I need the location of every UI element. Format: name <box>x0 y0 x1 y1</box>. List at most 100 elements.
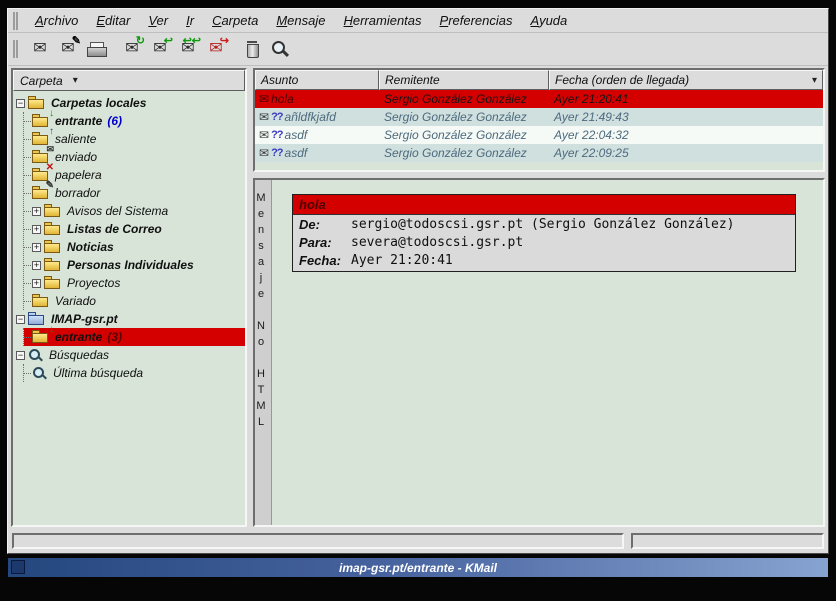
folder-item-proyectos[interactable]: Proyectos <box>24 274 245 292</box>
new-message-icon: ✉ <box>33 41 46 57</box>
folder-header-label: Carpeta <box>20 74 63 88</box>
forward-button[interactable]: ✉ ↪ <box>202 36 230 63</box>
column-header-asunto[interactable]: Asunto <box>255 70 379 90</box>
status-flags: ?? <box>271 147 282 159</box>
folder-item-busquedas[interactable]: Búsquedas <box>16 346 245 364</box>
collapse-icon[interactable] <box>16 351 25 360</box>
preview-pane: Mensaje No HTML hola De: sergio@todoscsi… <box>253 178 825 527</box>
folder-item-entrante[interactable]: entrante (6) <box>24 112 245 130</box>
reply-button[interactable]: ✉ ↩ <box>146 36 174 63</box>
folder-item-imap-entrante[interactable]: entrante (3) <box>24 328 245 346</box>
folder-icon <box>44 222 62 236</box>
folder-item-avisos-del-sistema[interactable]: Avisos del Sistema <box>24 202 245 220</box>
message-rows: ✉ hola Sergio González González Ayer 21:… <box>255 90 823 170</box>
folder-panel: Carpeta ▾ Carpetas locales entrante (6) <box>11 68 247 527</box>
to-address: severa@todoscsi.gsr.pt <box>351 235 523 250</box>
expand-icon[interactable] <box>32 243 41 252</box>
local-folders-branch: entrante (6) saliente enviado <box>23 112 245 310</box>
status-bar <box>8 529 828 553</box>
search-branch: Última búsqueda <box>23 364 245 382</box>
new-message-button[interactable]: ✉ <box>26 36 54 63</box>
toolbar-grip[interactable] <box>13 40 19 58</box>
toolbar: ✉ ✉ ✎ ✉ ↻ ✉ ↩ ✉ ↩↩ ✉ ↪ <box>8 33 828 66</box>
trash-button[interactable] <box>238 36 266 63</box>
folder-column-header[interactable]: Carpeta ▾ <box>13 70 245 91</box>
folder-item-saliente[interactable]: saliente <box>24 130 245 148</box>
folder-icon <box>44 276 62 290</box>
folder-icon <box>44 240 62 254</box>
column-header-remitente[interactable]: Remitente <box>379 70 549 90</box>
sort-dropdown-arrow-icon[interactable]: ▾ <box>812 75 817 86</box>
reply-all-button[interactable]: ✉ ↩↩ <box>174 36 202 63</box>
expand-icon[interactable] <box>32 261 41 270</box>
menu-ver[interactable]: Ver <box>139 10 177 31</box>
mail-icon: ✉ <box>259 93 269 105</box>
status-flags: ?? <box>271 129 282 141</box>
message-header-box: hola De: sergio@todoscsi.gsr.pt (Sergio … <box>292 194 796 272</box>
message-list: Asunto Remitente Fecha (orden de llegada… <box>253 68 825 172</box>
window-titlebar[interactable]: imap-gsr.pt/entrante - KMail <box>8 558 828 577</box>
header-row-fecha: Fecha: Ayer 21:20:41 <box>293 251 795 271</box>
folder-tree: Carpetas locales entrante (6) saliente <box>13 91 245 525</box>
kmail-window: Archivo Editar Ver Ir Carpeta Mensaje He… <box>7 8 829 554</box>
folder-item-variado[interactable]: Variado <box>24 292 245 310</box>
collapse-icon[interactable] <box>16 99 25 108</box>
menu-editar[interactable]: Editar <box>87 10 139 31</box>
message-row[interactable]: ✉ ?? añldfkjafd Sergio González González… <box>255 108 823 126</box>
folder-item-ultima-busqueda[interactable]: Última búsqueda <box>24 364 245 382</box>
mail-icon: ✉ <box>259 111 269 123</box>
forward-arrow-icon: ↪ <box>220 36 229 47</box>
window-title: imap-gsr.pt/entrante - KMail <box>339 561 497 575</box>
trash-icon <box>245 41 259 58</box>
menu-archivo[interactable]: Archivo <box>26 10 87 31</box>
menu-ayuda[interactable]: Ayuda <box>522 10 577 31</box>
menubar-grip[interactable] <box>13 12 19 30</box>
folder-item-noticias[interactable]: Noticias <box>24 238 245 256</box>
check-mail-button[interactable]: ✉ ↻ <box>118 36 146 63</box>
menu-ir[interactable]: Ir <box>177 10 203 31</box>
menu-preferencias[interactable]: Preferencias <box>431 10 522 31</box>
window-menu-button[interactable] <box>11 560 25 574</box>
unread-count: (3) <box>107 330 122 344</box>
find-messages-button[interactable] <box>266 36 294 63</box>
message-row[interactable]: ✉ hola Sergio González González Ayer 21:… <box>255 90 823 108</box>
main-area: Carpeta ▾ Carpetas locales entrante (6) <box>8 66 828 529</box>
compose-button[interactable]: ✉ ✎ <box>54 36 82 63</box>
search-icon <box>32 366 48 380</box>
preview-subject: hola <box>293 195 795 215</box>
expand-icon[interactable] <box>32 225 41 234</box>
print-button[interactable] <box>82 36 110 63</box>
printer-icon <box>87 42 105 57</box>
header-row-de: De: sergio@todoscsi.gsr.pt (Sergio Gonzá… <box>293 215 795 233</box>
folder-item-listas-de-correo[interactable]: Listas de Correo <box>24 220 245 238</box>
folder-item-borrador[interactable]: borrador <box>24 184 245 202</box>
reply-arrow-icon: ↩ <box>164 36 173 47</box>
column-header-fecha[interactable]: Fecha (orden de llegada) ▾ <box>549 70 823 90</box>
menu-bar: Archivo Editar Ver Ir Carpeta Mensaje He… <box>8 9 828 33</box>
mail-icon: ✉ <box>259 129 269 141</box>
menu-mensaje[interactable]: Mensaje <box>267 10 334 31</box>
inbox-icon <box>32 330 50 344</box>
folder-item-papelera[interactable]: papelera <box>24 166 245 184</box>
imap-branch: entrante (3) <box>23 328 245 346</box>
menu-carpeta[interactable]: Carpeta <box>203 10 267 31</box>
menu-herramientas[interactable]: Herramientas <box>334 10 430 31</box>
right-pane: Asunto Remitente Fecha (orden de llegada… <box>253 68 825 527</box>
message-row[interactable]: ✉ ?? asdf Sergio González González Ayer … <box>255 144 823 162</box>
inbox-icon <box>32 114 50 128</box>
collapse-icon[interactable] <box>16 315 25 324</box>
expand-icon[interactable] <box>32 207 41 216</box>
message-row[interactable]: ✉ ?? asdf Sergio González González Ayer … <box>255 126 823 144</box>
expand-icon[interactable] <box>32 279 41 288</box>
dropdown-arrow-icon[interactable]: ▾ <box>73 75 78 86</box>
status-progress-cell <box>631 533 824 549</box>
screen: Archivo Editar Ver Ir Carpeta Mensaje He… <box>0 0 836 601</box>
status-flags: ?? <box>271 111 282 123</box>
folder-icon <box>44 204 62 218</box>
server-icon <box>28 312 46 326</box>
folder-item-enviado[interactable]: enviado <box>24 148 245 166</box>
check-mail-icon: ↻ <box>136 36 145 47</box>
folder-item-personas-individuales[interactable]: Personas Individuales <box>24 256 245 274</box>
from-address: sergio@todoscsi.gsr.pt (Sergio González … <box>351 217 735 232</box>
message-list-header: Asunto Remitente Fecha (orden de llegada… <box>255 70 823 90</box>
